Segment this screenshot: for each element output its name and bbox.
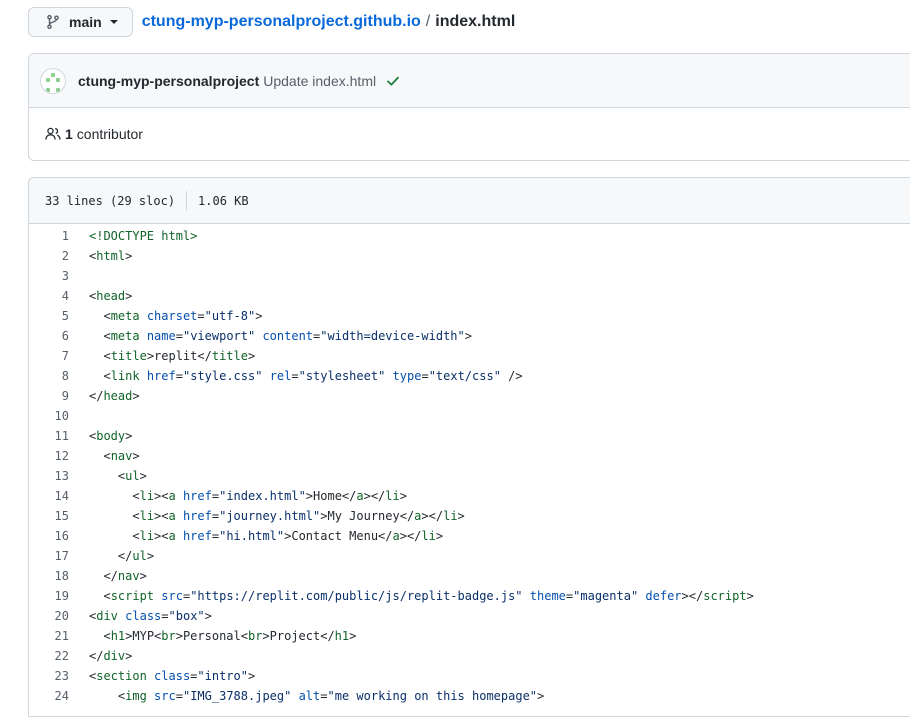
avatar[interactable] <box>40 67 66 94</box>
line-content: <html> <box>89 249 133 263</box>
line-number[interactable]: 10 <box>29 406 89 426</box>
line-content: </head> <box>89 389 140 403</box>
code-line: 15 <li><a href="journey.html">My Journey… <box>29 506 910 526</box>
line-content: <h1>MYP<br>Personal<br>Project</h1> <box>89 629 357 643</box>
code-line: 14 <li><a href="index.html">Home</a></li… <box>29 486 910 506</box>
line-content: <script src="https://replit.com/public/j… <box>89 589 754 603</box>
line-content: <link href="style.css" rel="stylesheet" … <box>89 369 523 383</box>
breadcrumb-file-name: index.html <box>435 13 516 30</box>
line-number[interactable]: 21 <box>29 626 89 646</box>
line-content: <meta name="viewport" content="width=dev… <box>89 329 472 343</box>
line-content: </nav> <box>89 569 147 583</box>
line-number[interactable]: 11 <box>29 426 89 446</box>
line-number[interactable]: 1 <box>29 226 89 246</box>
line-number[interactable]: 14 <box>29 486 89 506</box>
line-number[interactable]: 8 <box>29 366 89 386</box>
code-line: 19 <script src="https://replit.com/publi… <box>29 586 910 606</box>
code-line: 24 <img src="IMG_3788.jpeg" alt="me work… <box>29 686 910 706</box>
latest-commit-box: ctung-myp-personalproject Update index.h… <box>28 53 910 161</box>
breadcrumb: ctung-myp-personalproject.github.io / in… <box>142 13 516 31</box>
line-number[interactable]: 12 <box>29 446 89 466</box>
line-number[interactable]: 17 <box>29 546 89 566</box>
code-line: 9 </head> <box>29 386 910 406</box>
line-content: <li><a href="journey.html">My Journey</a… <box>89 509 465 523</box>
line-number[interactable]: 4 <box>29 286 89 306</box>
commit-message-link[interactable]: Update index.html <box>263 73 376 89</box>
code-line: 22 </div> <box>29 646 910 666</box>
line-number[interactable]: 23 <box>29 666 89 686</box>
code-line: 12 <nav> <box>29 446 910 466</box>
branch-name: main <box>69 14 102 30</box>
git-branch-icon <box>47 14 59 30</box>
contributors-row[interactable]: 1 contributor <box>29 108 910 160</box>
contributor-count: 1 <box>65 126 73 142</box>
line-number[interactable]: 15 <box>29 506 89 526</box>
code-line: 16 <li><a href="hi.html">Contact Menu</a… <box>29 526 910 546</box>
line-content: <meta charset="utf-8"> <box>89 309 263 323</box>
line-number[interactable]: 16 <box>29 526 89 546</box>
file-line-count: 33 lines (29 sloc) <box>45 193 176 208</box>
line-number[interactable]: 5 <box>29 306 89 326</box>
code-line: 2 <html> <box>29 246 910 266</box>
code-line: 4 <head> <box>29 286 910 306</box>
branch-select-button[interactable]: main <box>28 7 133 37</box>
commit-author-link[interactable]: ctung-myp-personalproject <box>78 73 259 89</box>
line-number[interactable]: 13 <box>29 466 89 486</box>
chevron-down-icon <box>109 20 118 24</box>
line-number[interactable]: 22 <box>29 646 89 666</box>
code-line: 6 <meta name="viewport" content="width=d… <box>29 326 910 346</box>
line-content: <!DOCTYPE html> <box>89 229 198 243</box>
line-content: <li><a href="hi.html">Contact Menu</a></… <box>89 529 444 543</box>
line-content: <head> <box>89 289 133 303</box>
code-line: 8 <link href="style.css" rel="stylesheet… <box>29 366 910 386</box>
code-line: 23 <section class="intro"> <box>29 666 910 686</box>
breadcrumb-separator: / <box>425 13 431 30</box>
code-line: 1 <!DOCTYPE html> <box>29 226 910 246</box>
line-number[interactable]: 7 <box>29 346 89 366</box>
code-line: 18 </nav> <box>29 566 910 586</box>
line-number[interactable]: 9 <box>29 386 89 406</box>
code-line: 13 <ul> <box>29 466 910 486</box>
line-content: </div> <box>89 649 133 663</box>
file-navigation: main ctung-myp-personalproject.github.io… <box>28 6 515 38</box>
line-number[interactable]: 3 <box>29 266 89 286</box>
breadcrumb-repo-link[interactable]: ctung-myp-personalproject.github.io <box>142 13 421 31</box>
code-table: 1 <!DOCTYPE html> 2 <html> 3 4 <head> 5 <meta c… <box>29 224 910 706</box>
line-content: <body> <box>89 429 133 443</box>
file-viewer: 33 lines (29 sloc) 1.06 KB 1 <!DOCTYPE ht… <box>28 177 910 717</box>
code-line: 5 <meta charset="utf-8"> <box>29 306 910 326</box>
line-content: <nav> <box>89 449 140 463</box>
file-size: 1.06 KB <box>198 193 249 208</box>
code-line: 3 <box>29 266 910 286</box>
file-info-divider <box>186 190 188 211</box>
line-content: <section class="intro"> <box>89 669 256 683</box>
line-content: <li><a href="index.html">Home</a></li> <box>89 489 407 503</box>
line-number[interactable]: 6 <box>29 326 89 346</box>
code-line: 17 </ul> <box>29 546 910 566</box>
line-number[interactable]: 20 <box>29 606 89 626</box>
line-content: <div class="box"> <box>89 609 212 623</box>
code-line: 21 <h1>MYP<br>Personal<br>Project</h1> <box>29 626 910 646</box>
people-icon <box>45 127 61 140</box>
line-content: </ul> <box>89 549 155 563</box>
line-number[interactable]: 2 <box>29 246 89 266</box>
code-line: 20 <div class="box"> <box>29 606 910 626</box>
line-number[interactable]: 24 <box>29 686 89 706</box>
check-icon[interactable] <box>385 73 401 89</box>
contributor-label: contributor <box>76 126 143 142</box>
line-number[interactable]: 19 <box>29 586 89 606</box>
code-line: 7 <title>replit</title> <box>29 346 910 366</box>
line-content: <img src="IMG_3788.jpeg" alt="me working… <box>89 689 545 703</box>
line-content: <ul> <box>89 469 147 483</box>
file-info-bar: 33 lines (29 sloc) 1.06 KB <box>29 178 910 224</box>
line-content: <title>replit</title> <box>89 349 256 363</box>
line-number[interactable]: 18 <box>29 566 89 586</box>
code-line: 10 <box>29 406 910 426</box>
latest-commit-row: ctung-myp-personalproject Update index.h… <box>29 54 910 108</box>
code-line: 11 <body> <box>29 426 910 446</box>
